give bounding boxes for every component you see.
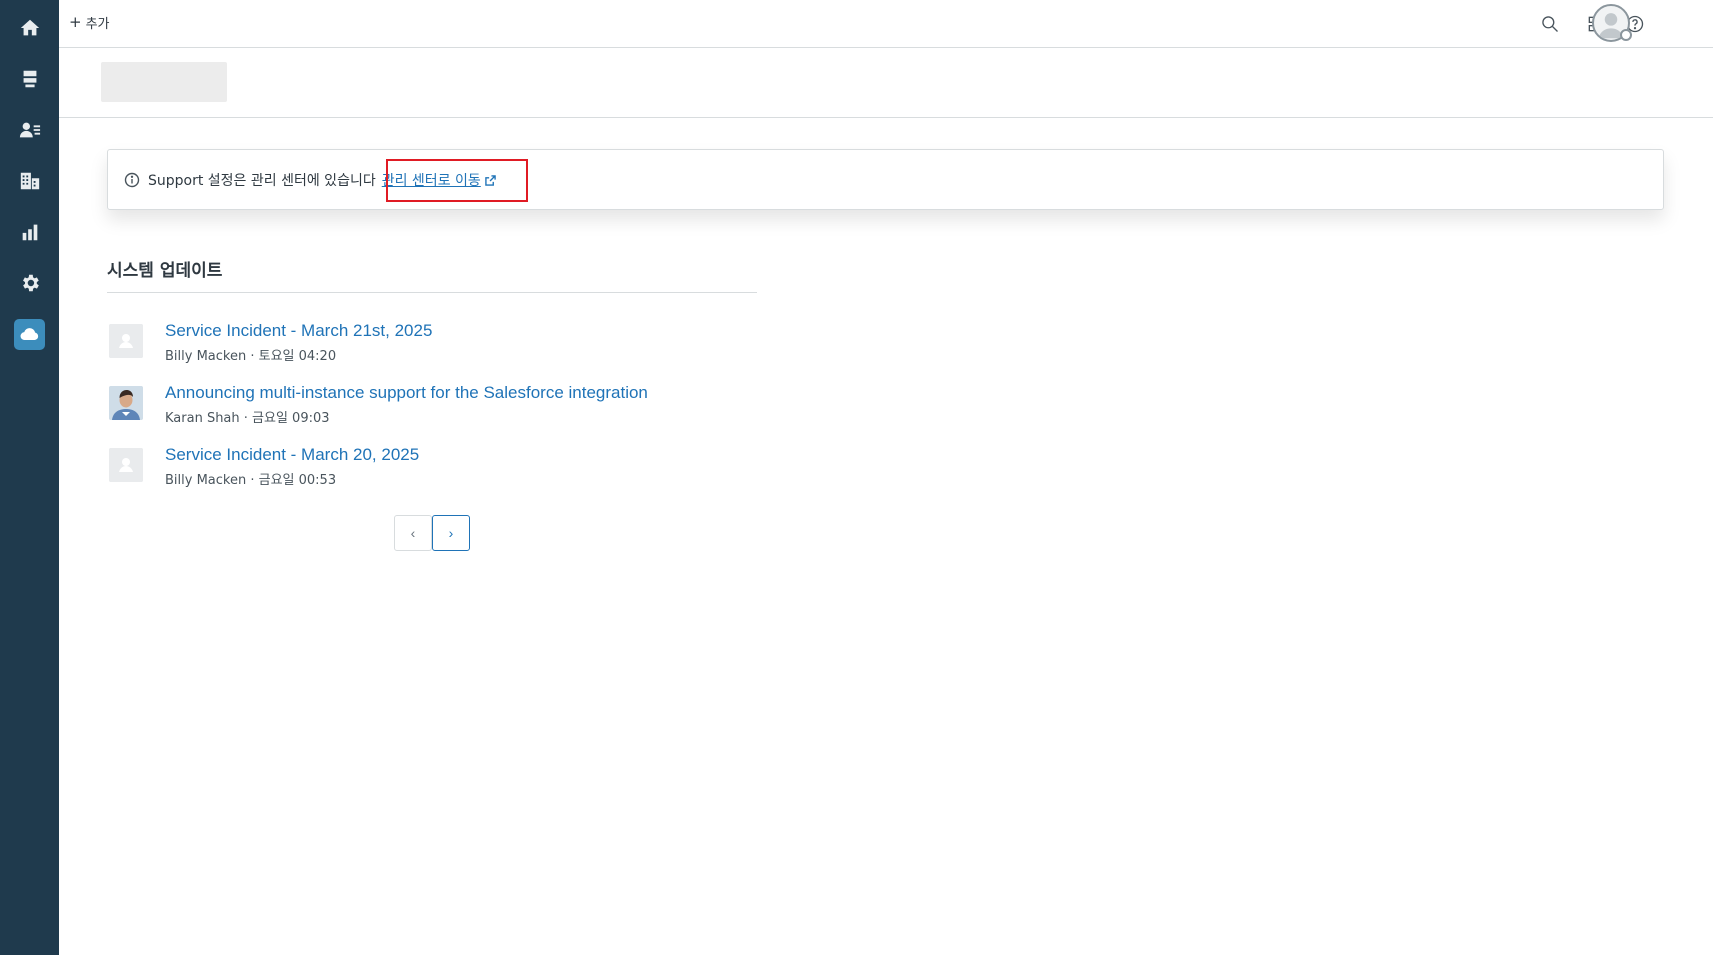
author-avatar bbox=[109, 448, 143, 482]
go-to-admin-center-link[interactable]: 관리 센터로 이동 bbox=[382, 170, 496, 190]
pagination-next-button[interactable]: › bbox=[432, 515, 470, 551]
customers-icon bbox=[19, 122, 40, 138]
update-title-link[interactable]: Announcing multi-instance support for th… bbox=[165, 383, 648, 403]
sidebar-item-organizations[interactable] bbox=[0, 159, 59, 203]
section-divider bbox=[107, 292, 757, 293]
sidebar-item-customers[interactable] bbox=[0, 108, 59, 152]
info-icon bbox=[124, 172, 140, 188]
sidebar-item-reporting[interactable] bbox=[0, 210, 59, 254]
update-title-link[interactable]: Service Incident - March 20, 2025 bbox=[165, 445, 419, 465]
home-icon bbox=[20, 19, 39, 36]
notice-link-label: 관리 센터로 이동 bbox=[381, 173, 481, 189]
add-button-label: 추가 bbox=[85, 17, 110, 32]
update-meta: Karan Shah · 금요일 09:03 bbox=[165, 411, 330, 426]
search-icon bbox=[1542, 16, 1558, 32]
notice-text: Support 설정은 관리 센터에 있습니다 bbox=[148, 173, 376, 189]
sidebar-nav bbox=[0, 0, 59, 955]
update-title-link[interactable]: Service Incident - March 21st, 2025 bbox=[165, 321, 432, 341]
system-updates-title: 시스템 업데이트 bbox=[107, 261, 223, 281]
add-button[interactable]: + 추가 bbox=[69, 13, 110, 33]
pagination-prev-button[interactable]: ‹ bbox=[394, 515, 432, 551]
author-avatar bbox=[109, 386, 143, 420]
update-item: Service Incident - March 20, 2025 Billy … bbox=[107, 445, 757, 497]
views-icon bbox=[23, 70, 36, 88]
update-item: Announcing multi-instance support for th… bbox=[107, 383, 757, 435]
admin-center-notice: Support 설정은 관리 센터에 있습니다 관리 센터로 이동 bbox=[107, 149, 1664, 210]
sidebar-item-admin[interactable] bbox=[0, 261, 59, 305]
organizations-icon bbox=[20, 172, 39, 190]
default-avatar-icon bbox=[109, 448, 143, 482]
cloud-app-icon bbox=[20, 327, 39, 340]
external-link-icon bbox=[485, 174, 496, 186]
active-item-highlight bbox=[14, 318, 45, 350]
top-bar: + 추가 bbox=[59, 0, 1713, 48]
update-meta: Billy Macken · 금요일 00:53 bbox=[165, 473, 337, 488]
brand-logo-placeholder bbox=[101, 62, 227, 102]
admin-gear-icon bbox=[22, 274, 39, 292]
search-button[interactable] bbox=[1537, 11, 1563, 37]
photo-avatar-icon bbox=[109, 386, 143, 420]
default-avatar-icon bbox=[109, 324, 143, 358]
author-avatar bbox=[109, 324, 143, 358]
sidebar-item-cloud-app[interactable] bbox=[0, 312, 59, 356]
update-item: Service Incident - March 21st, 2025 Bill… bbox=[107, 321, 757, 373]
sidebar-item-home[interactable] bbox=[0, 6, 59, 50]
status-indicator bbox=[1620, 29, 1632, 41]
reporting-icon bbox=[22, 224, 37, 241]
page-header bbox=[59, 48, 1713, 118]
sidebar-item-views[interactable] bbox=[0, 57, 59, 101]
update-meta: Billy Macken · 토요일 04:20 bbox=[165, 349, 337, 364]
plus-icon: + bbox=[69, 13, 82, 31]
